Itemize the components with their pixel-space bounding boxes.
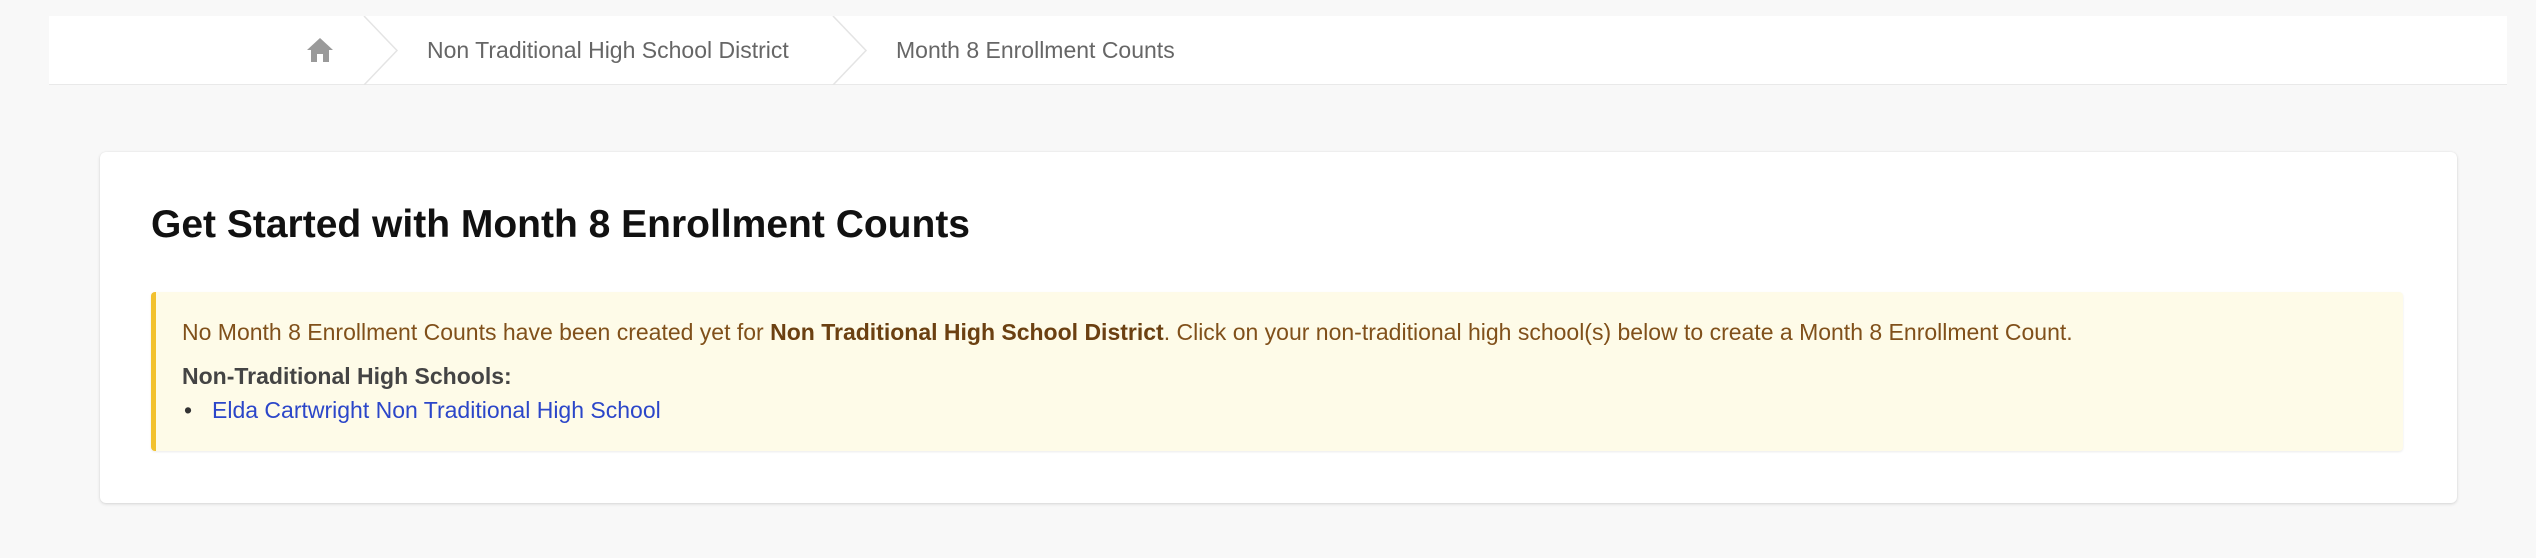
breadcrumb-item-current: Month 8 Enrollment Counts: [896, 37, 1175, 63]
breadcrumb-item-district[interactable]: Non Traditional High School District: [427, 16, 789, 85]
breadcrumb-separator-icon: [832, 16, 868, 85]
main-card: Get Started with Month 8 Enrollment Coun…: [100, 152, 2457, 503]
bullet-icon: •: [184, 397, 193, 423]
notice-district-name: Non Traditional High School District: [770, 319, 1164, 345]
schools-heading: Non-Traditional High Schools:: [182, 363, 512, 389]
notice-message-suffix: . Click on your non-traditional high sch…: [1163, 319, 2073, 345]
notice-message-prefix: No Month 8 Enrollment Counts have been c…: [182, 319, 771, 345]
school-link[interactable]: Elda Cartwright Non Traditional High Sch…: [212, 397, 661, 423]
breadcrumb: Non Traditional High School District Mon…: [49, 16, 2507, 85]
home-icon[interactable]: [305, 36, 335, 64]
breadcrumb-separator-icon: [363, 16, 399, 85]
notice-message: No Month 8 Enrollment Counts have been c…: [182, 318, 2073, 348]
notice-alert: No Month 8 Enrollment Counts have been c…: [151, 292, 2403, 451]
list-item: • Elda Cartwright Non Traditional High S…: [182, 396, 661, 426]
page-title: Get Started with Month 8 Enrollment Coun…: [151, 203, 970, 246]
schools-list: • Elda Cartwright Non Traditional High S…: [182, 396, 661, 426]
